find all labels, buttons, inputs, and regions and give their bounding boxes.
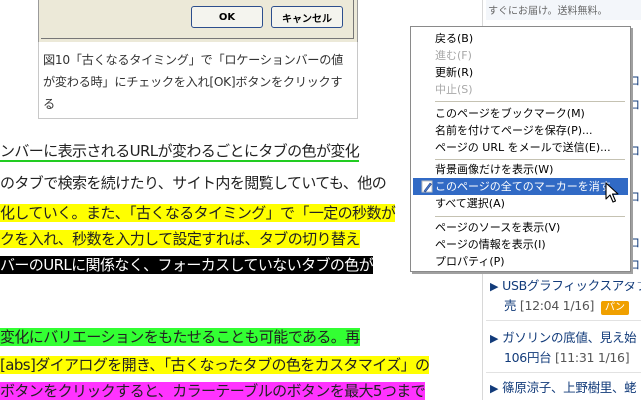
menu-item-page-info[interactable]: ページの情報を表示(I): [413, 236, 628, 253]
sidebar-divider: [486, 372, 641, 373]
news-title[interactable]: ガソリンの底値、見え始: [502, 330, 637, 345]
sidebar-news-item-cont[interactable]: 売 [12:04 1/16] パン: [490, 296, 629, 316]
arrow-right-icon: ▶: [490, 382, 499, 395]
arrow-right-icon: ▶: [490, 332, 499, 345]
promo-text[interactable]: すぐにお届け。送料無料。: [488, 2, 608, 17]
dialog-ok-button: OK: [191, 6, 263, 28]
article-line-text: 変化にバリエーションをもたせることも可能である。再: [0, 328, 360, 346]
menu-item-back[interactable]: 戻る(B): [413, 30, 628, 47]
menu-item-view-background[interactable]: 背景画像だけを表示(W): [413, 161, 628, 178]
article-line: [abs]ダイアログを開き、「古くなったタブの色をカスタマイズ」の: [0, 354, 432, 376]
menu-item-view-source[interactable]: ページのソースを表示(V): [413, 219, 628, 236]
sidebar-news-item[interactable]: ▶ ガソリンの底値、見え始: [490, 328, 637, 349]
article-line: クを入れ、秒数を入力して設定すれば、タブの切り替え: [0, 228, 432, 250]
news-badge[interactable]: パン: [600, 301, 629, 315]
mouse-pointer-icon: [605, 182, 619, 208]
article-line-text: のタブで検索を続けたり、サイト内を閲覧していても、他の: [0, 174, 387, 192]
article-line: ボタンをクリックすると、カラーテーブルのボタンを最大5つまで: [0, 380, 432, 402]
menu-item-clear-markers-label: このページの全てのマーカーを消す: [435, 180, 611, 193]
figure-caption: 図10「古くなるタイミング」で「ロケーションバーの値が変わる時」にチェックを入れ…: [38, 42, 358, 119]
dialog-cancel-button: キャンセル: [271, 6, 343, 28]
article-line-text: 化していく。また、「古くなるタイミング」で「一定の秒数が: [0, 204, 396, 222]
article-line: バーのURLに関係なく、フォーカスしていないタブの色が: [0, 254, 432, 276]
menu-separator: [435, 159, 625, 160]
menu-item-select-all[interactable]: すべて選択(A): [413, 195, 628, 212]
news-time: [12:04 1/16]: [519, 298, 595, 313]
pen-marker-icon: [421, 180, 433, 193]
figure-screenshot: OK キャンセル: [38, 0, 358, 43]
menu-item-forward[interactable]: 進む(F): [413, 47, 628, 64]
article-line: 変化にバリエーションをもたせることも可能である。再: [0, 326, 432, 348]
article-line-text: [abs]ダイアログを開き、「古くなったタブの色をカスタマイズ」の: [0, 356, 430, 374]
menu-separator: [435, 101, 625, 102]
news-title-cont[interactable]: 売: [504, 298, 517, 313]
menu-item-save-page[interactable]: 名前を付けてページを保存(P)...: [413, 122, 628, 139]
news-title[interactable]: 篠原涼子、上野樹里、蛯: [502, 380, 637, 395]
article-line: のタブで検索を続けたり、サイト内を閲覧していても、他の: [0, 172, 432, 194]
menu-item-bookmark[interactable]: このページをブックマーク(M): [413, 105, 628, 122]
menu-separator: [435, 216, 625, 217]
figure-caption-text: 図10「古くなるタイミング」で「ロケーションバーの値が変わる時」にチェックを入れ…: [43, 53, 343, 111]
sidebar-news-item-cont[interactable]: 106円台 [11:31 1/16]: [490, 348, 630, 368]
menu-item-stop[interactable]: 中止(S): [413, 81, 628, 98]
article-line-text: クを入れ、秒数を入力して設定すれば、タブの切り替え: [0, 230, 360, 248]
menu-item-reload[interactable]: 更新(R): [413, 64, 628, 81]
article-line-text: バーのURLに関係なく、フォーカスしていないタブの色が: [0, 256, 374, 274]
article-line-text: ボタンをクリックすると、カラーテーブルのボタンを最大5つまで: [0, 382, 426, 400]
menu-item-send-link[interactable]: ページの URL をメールで送信(E)...: [413, 139, 628, 156]
sidebar-news-item[interactable]: ▶ 篠原涼子、上野樹里、蛯: [490, 378, 637, 399]
sidebar-divider: [486, 320, 641, 321]
dialog-bottom: OK キャンセル: [41, 0, 354, 39]
news-title[interactable]: USBグラフィックスアダプ: [502, 278, 641, 293]
article-line: 化していく。また、「古くなるタイミング」で「一定の秒数が: [0, 202, 432, 224]
menu-item-clear-markers[interactable]: このページの全てのマーカーを消す: [413, 178, 628, 195]
menu-item-properties[interactable]: プロパティ(P): [413, 253, 628, 270]
news-title-cont[interactable]: 106円台: [504, 350, 552, 365]
context-menu: 戻る(B) 進む(F) 更新(R) 中止(S) このページをブックマーク(M) …: [410, 26, 631, 272]
sidebar-news-item[interactable]: ▶ USBグラフィックスアダプ: [490, 276, 641, 297]
arrow-right-icon: ▶: [490, 280, 499, 293]
article-line-text: ンバーに表示されるURLが変わるごとにタブの色が変化: [0, 142, 360, 162]
article-line: ンバーに表示されるURLが変わるごとにタブの色が変化: [0, 140, 432, 162]
news-time: [11:31 1/16]: [555, 350, 630, 365]
